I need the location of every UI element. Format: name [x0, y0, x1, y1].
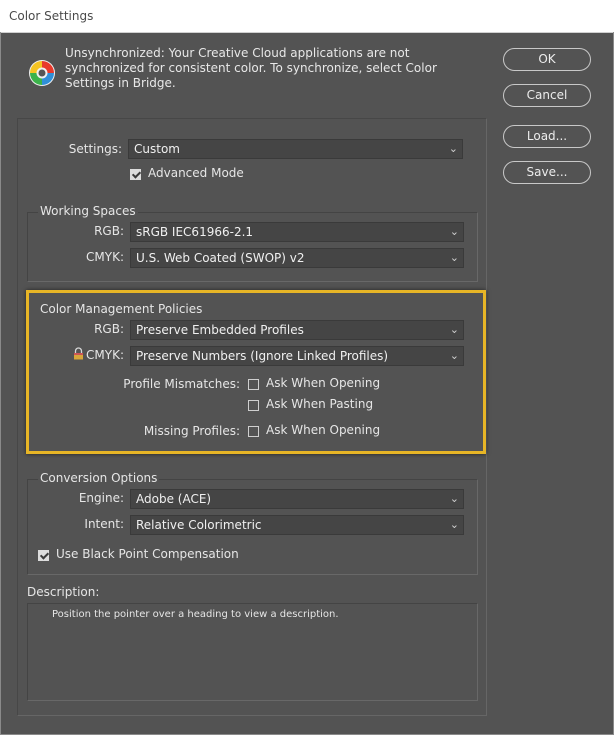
settings-select[interactable]: Custom ⌄ [128, 139, 463, 159]
save-button[interactable]: Save... [503, 161, 591, 184]
engine-value: Adobe (ACE) [136, 492, 212, 506]
working-spaces-title: Working Spaces [38, 204, 138, 218]
color-settings-logo [29, 60, 55, 86]
title-bar: Color Settings [0, 0, 614, 33]
ws-rgb-select[interactable]: sRGB IEC61966-2.1 ⌄ [130, 222, 464, 242]
advanced-mode-label: Advanced Mode [148, 166, 244, 180]
conversion-options-title: Conversion Options [38, 471, 160, 485]
sync-message: Unsynchronized: Your Creative Cloud appl… [65, 46, 437, 90]
engine-select[interactable]: Adobe (ACE) ⌄ [130, 489, 464, 509]
settings-value: Custom [134, 142, 180, 156]
black-point-label: Use Black Point Compensation [56, 547, 239, 561]
chevron-down-icon: ⌄ [449, 251, 459, 264]
ws-rgb-label: RGB: [94, 224, 124, 238]
ws-cmyk-value: U.S. Web Coated (SWOP) v2 [136, 251, 305, 265]
ok-button[interactable]: OK [503, 48, 591, 71]
settings-label: Settings: [68, 142, 122, 156]
intent-label: Intent: [84, 517, 124, 531]
advanced-mode-checkbox[interactable] [130, 169, 141, 180]
chevron-down-icon: ⌄ [449, 518, 459, 531]
ws-rgb-value: sRGB IEC61966-2.1 [136, 225, 254, 239]
cancel-button[interactable]: Cancel [503, 84, 591, 107]
description-text: Position the pointer over a heading to v… [52, 609, 339, 620]
black-point-checkbox[interactable] [38, 550, 49, 561]
description-label: Description: [27, 585, 100, 599]
intent-select[interactable]: Relative Colorimetric ⌄ [130, 515, 464, 535]
chevron-down-icon: ⌄ [449, 492, 459, 505]
window-title: Color Settings [9, 9, 94, 23]
load-button[interactable]: Load... [503, 125, 591, 148]
engine-label: Engine: [78, 491, 124, 505]
policies-highlight [26, 290, 486, 454]
ws-cmyk-select[interactable]: U.S. Web Coated (SWOP) v2 ⌄ [130, 248, 464, 268]
window-border-left [0, 32, 1, 735]
description-box: Position the pointer over a heading to v… [27, 603, 478, 701]
chevron-down-icon: ⌄ [448, 142, 458, 155]
ws-cmyk-label: CMYK: [86, 250, 124, 264]
chevron-down-icon: ⌄ [449, 225, 459, 238]
intent-value: Relative Colorimetric [136, 518, 262, 532]
